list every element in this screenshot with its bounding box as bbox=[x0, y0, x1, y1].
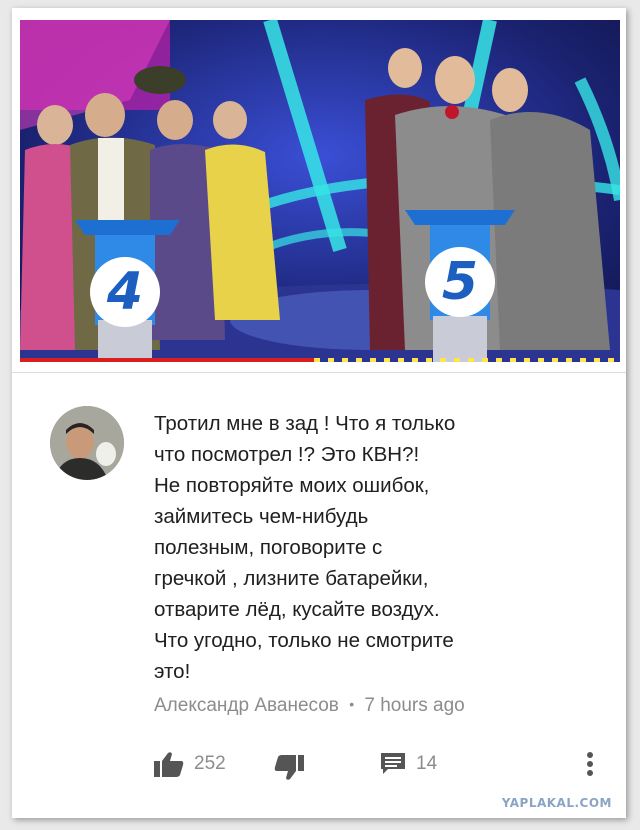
comment-meta: Александр Аванесов • 7 hours ago bbox=[154, 695, 465, 717]
author-name[interactable]: Александр Аванесов bbox=[154, 695, 339, 716]
podium-number-right: 5 bbox=[425, 247, 495, 317]
watermark: YAPLAKAL.COM bbox=[501, 796, 612, 810]
avatar[interactable] bbox=[50, 406, 124, 480]
reply-button[interactable]: 14 bbox=[380, 744, 437, 784]
dislike-button[interactable] bbox=[274, 748, 304, 788]
comment-actions: 252 14 bbox=[154, 744, 604, 784]
meta-separator: • bbox=[349, 696, 355, 712]
video-frame[interactable]: 4 5 bbox=[20, 20, 620, 362]
avatar-image bbox=[50, 406, 124, 480]
comment-time: 7 hours ago bbox=[364, 695, 465, 716]
video-progress-bar[interactable] bbox=[20, 358, 620, 362]
reply-icon bbox=[381, 753, 405, 774]
comment-text: Тротил мне в зад ! Что я только что посм… bbox=[154, 412, 456, 683]
reply-count: 14 bbox=[416, 753, 438, 774]
comment-card: 4 5 Тротил мне в зад ! Что я только что … bbox=[12, 8, 626, 818]
thumbs-up-icon bbox=[154, 752, 184, 777]
more-vertical-icon bbox=[587, 752, 593, 776]
divider bbox=[12, 372, 626, 373]
more-button[interactable] bbox=[586, 744, 594, 784]
like-button[interactable]: 252 bbox=[154, 744, 226, 784]
podium-number-left: 4 bbox=[90, 257, 160, 327]
thumbs-down-icon bbox=[274, 755, 304, 780]
like-count: 252 bbox=[194, 753, 226, 774]
video-progress-played bbox=[20, 358, 314, 362]
